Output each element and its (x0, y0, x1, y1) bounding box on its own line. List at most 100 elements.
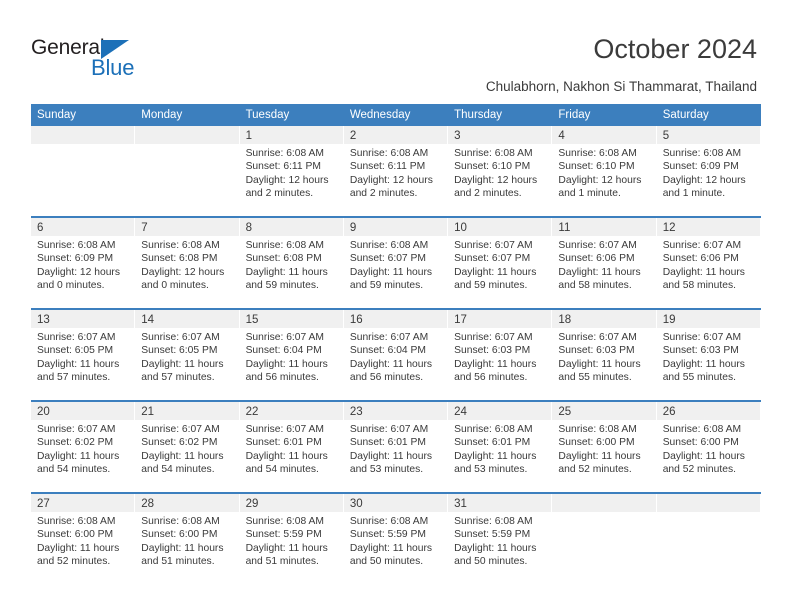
day-number-band: 28 (135, 494, 239, 512)
day-number: 5 (662, 130, 670, 142)
day-cell[interactable]: 18 Sunrise: 6:07 AM Sunset: 6:03 PM Dayligh… (552, 310, 657, 400)
day-number-band: 13 (31, 310, 135, 328)
day-details: Sunrise: 6:08 AM Sunset: 6:09 PM Daylight:… (31, 236, 134, 293)
day-details: Sunrise: 6:08 AM Sunset: 6:07 PM Daylight:… (344, 236, 447, 293)
day-cell[interactable]: 22 Sunrise: 6:07 AM Sunset: 6:01 PM Dayligh… (239, 402, 344, 492)
day-number: 22 (245, 406, 259, 418)
day-number: 27 (37, 498, 50, 510)
day-number: 6 (37, 222, 44, 234)
daylight-text: Daylight: 12 hours and 1 minute. (558, 174, 642, 200)
sunset-text: Sunset: 6:05 PM (37, 345, 114, 357)
calendar-week-row: 6 Sunrise: 6:08 AM Sunset: 6:09 PM Daylight… (31, 218, 761, 310)
day-cell[interactable]: 19 Sunrise: 6:07 AM Sunset: 6:03 PM Dayligh… (656, 310, 761, 400)
sunrise-text: Sunrise: 6:07 AM (245, 332, 324, 343)
day-number: 12 (662, 222, 676, 234)
day-cell[interactable]: 23 Sunrise: 6:07 AM Sunset: 6:01 PM Dayligh… (343, 402, 449, 492)
day-cell[interactable]: 15 Sunrise: 6:07 AM Sunset: 6:04 PM Dayligh… (239, 310, 344, 400)
day-cell[interactable]: 30 Sunrise: 6:08 AM Sunset: 5:59 PM Dayligh… (343, 494, 449, 584)
day-cell[interactable]: 26 Sunrise: 6:08 AM Sunset: 6:00 PM Dayligh… (656, 402, 761, 492)
day-cell[interactable]: 4 Sunrise: 6:08 AM Sunset: 6:10 PM Daylight… (552, 126, 657, 216)
daylight-text: Daylight: 11 hours and 58 minutes. (558, 266, 641, 292)
day-cell[interactable]: 21 Sunrise: 6:07 AM Sunset: 6:02 PM Dayligh… (135, 402, 240, 492)
day-details: Sunrise: 6:07 AM Sunset: 6:03 PM Daylight:… (552, 328, 655, 385)
day-cell[interactable]: 20 Sunrise: 6:07 AM Sunset: 6:02 PM Dayligh… (31, 402, 136, 492)
week-cells: 1 Sunrise: 6:08 AM Sunset: 6:11 PM Daylight… (31, 126, 761, 216)
day-number-band: 14 (135, 310, 239, 328)
day-number-band: 21 (135, 402, 239, 420)
daylight-text: Daylight: 11 hours and 52 minutes. (558, 450, 641, 476)
sunrise-text: Sunrise: 6:07 AM (454, 240, 533, 251)
sunset-text: Sunset: 6:01 PM (349, 437, 426, 449)
day-cell[interactable]: 12 Sunrise: 6:07 AM Sunset: 6:06 PM Dayligh… (656, 218, 761, 308)
day-details: Sunrise: 6:08 AM Sunset: 6:09 PM Daylight:… (657, 144, 760, 201)
sunset-text: Sunset: 5:59 PM (245, 529, 322, 541)
daylight-text: Daylight: 11 hours and 59 minutes. (454, 266, 537, 292)
calendar-week-row: 20 Sunrise: 6:07 AM Sunset: 6:02 PM Dayligh… (31, 402, 761, 494)
day-number-band: 20 (31, 402, 135, 420)
general-blue-logo: General Blue (31, 36, 181, 82)
day-cell[interactable]: 27 Sunrise: 6:08 AM Sunset: 6:00 PM Dayligh… (31, 494, 136, 584)
sunset-text: Sunset: 6:03 PM (662, 345, 739, 357)
sunrise-text: Sunrise: 6:07 AM (558, 240, 637, 251)
day-cell[interactable]: 2 Sunrise: 6:08 AM Sunset: 6:11 PM Daylight… (343, 126, 449, 216)
day-cell[interactable]: 6 Sunrise: 6:08 AM Sunset: 6:09 PM Daylight… (31, 218, 136, 308)
day-number: 29 (245, 498, 259, 510)
sunrise-text: Sunrise: 6:07 AM (245, 424, 324, 435)
day-number-band: 12 (656, 218, 760, 236)
day-cell[interactable]: 29 Sunrise: 6:08 AM Sunset: 5:59 PM Dayligh… (239, 494, 344, 584)
daylight-text: Daylight: 11 hours and 50 minutes. (454, 542, 537, 568)
day-cell[interactable]: 3 Sunrise: 6:08 AM Sunset: 6:10 PM Daylight… (448, 126, 553, 216)
page-title: October 2024 (593, 34, 757, 64)
day-cell[interactable]: 5 Sunrise: 6:08 AM Sunset: 6:09 PM Daylight… (656, 126, 761, 216)
day-cell[interactable]: 9 Sunrise: 6:08 AM Sunset: 6:07 PM Daylight… (343, 218, 449, 308)
day-cell[interactable]: 25 Sunrise: 6:08 AM Sunset: 6:00 PM Dayligh… (552, 402, 657, 492)
day-cell[interactable]: 8 Sunrise: 6:08 AM Sunset: 6:08 PM Daylight… (239, 218, 344, 308)
sunrise-text: Sunrise: 6:08 AM (454, 516, 533, 527)
weekday-header-monday: Monday (141, 109, 183, 121)
day-details: Sunrise: 6:07 AM Sunset: 6:02 PM Daylight:… (31, 420, 134, 477)
day-number: 8 (245, 222, 252, 234)
day-cell[interactable]: 16 Sunrise: 6:07 AM Sunset: 6:04 PM Dayligh… (343, 310, 449, 400)
day-details: Sunrise: 6:08 AM Sunset: 6:10 PM Daylight:… (552, 144, 655, 201)
day-details: Sunrise: 6:07 AM Sunset: 6:04 PM Daylight:… (240, 328, 343, 385)
day-cell[interactable]: 7 Sunrise: 6:08 AM Sunset: 6:08 PM Daylight… (135, 218, 240, 308)
day-number-band: 9 (343, 218, 448, 236)
day-details: Sunrise: 6:08 AM Sunset: 6:08 PM Daylight:… (135, 236, 238, 293)
sunset-text: Sunset: 5:59 PM (349, 529, 426, 541)
daylight-text: Daylight: 11 hours and 51 minutes. (245, 542, 328, 568)
day-cell[interactable]: 24 Sunrise: 6:08 AM Sunset: 6:01 PM Dayligh… (448, 402, 553, 492)
daylight-text: Daylight: 12 hours and 0 minutes. (37, 266, 120, 292)
daylight-text: Daylight: 11 hours and 59 minutes. (245, 266, 328, 292)
daylight-text: Daylight: 11 hours and 54 minutes. (245, 450, 328, 476)
day-cell[interactable]: 10 Sunrise: 6:07 AM Sunset: 6:07 PM Dayligh… (448, 218, 553, 308)
day-number: 15 (245, 314, 259, 326)
day-cell[interactable]: 17 Sunrise: 6:07 AM Sunset: 6:03 PM Dayligh… (448, 310, 553, 400)
day-cell[interactable]: 1 Sunrise: 6:08 AM Sunset: 6:11 PM Daylight… (239, 126, 344, 216)
day-cell[interactable]: 11 Sunrise: 6:07 AM Sunset: 6:06 PM Dayligh… (552, 218, 657, 308)
sunrise-text: Sunrise: 6:08 AM (245, 240, 324, 251)
sunset-text: Sunset: 6:06 PM (662, 253, 739, 265)
sunset-text: Sunset: 6:02 PM (37, 437, 114, 449)
day-details: Sunrise: 6:08 AM Sunset: 6:01 PM Daylight:… (448, 420, 551, 477)
week-cells: 13 Sunrise: 6:07 AM Sunset: 6:05 PM Dayligh… (31, 310, 761, 400)
day-number-band: 31 (448, 494, 552, 512)
sunset-text: Sunset: 6:07 PM (454, 253, 531, 265)
day-number: 21 (141, 406, 155, 418)
day-cell[interactable]: 14 Sunrise: 6:07 AM Sunset: 6:05 PM Dayligh… (135, 310, 240, 400)
day-number: 23 (349, 406, 363, 418)
day-cell[interactable]: 13 Sunrise: 6:07 AM Sunset: 6:05 PM Dayligh… (31, 310, 136, 400)
sunset-text: Sunset: 6:00 PM (141, 529, 218, 541)
day-details: Sunrise: 6:08 AM Sunset: 6:10 PM Daylight:… (448, 144, 551, 201)
day-number-band: 7 (135, 218, 239, 236)
day-cell[interactable]: 31 Sunrise: 6:08 AM Sunset: 5:59 PM Dayligh… (448, 494, 553, 584)
sunset-text: Sunset: 6:09 PM (662, 161, 739, 173)
day-number: 11 (558, 222, 571, 234)
calendar-weeks: 1 Sunrise: 6:08 AM Sunset: 6:11 PM Daylight… (31, 126, 761, 584)
weekday-header-saturday: Saturday (662, 109, 709, 121)
daylight-text: Daylight: 11 hours and 52 minutes. (662, 450, 745, 476)
day-number-band: 2 (343, 126, 448, 144)
day-details: Sunrise: 6:08 AM Sunset: 6:00 PM Daylight:… (657, 420, 760, 477)
day-number: 24 (454, 406, 467, 418)
sunset-text: Sunset: 6:00 PM (558, 437, 635, 449)
day-cell[interactable]: 28 Sunrise: 6:08 AM Sunset: 6:00 PM Dayligh… (135, 494, 240, 584)
